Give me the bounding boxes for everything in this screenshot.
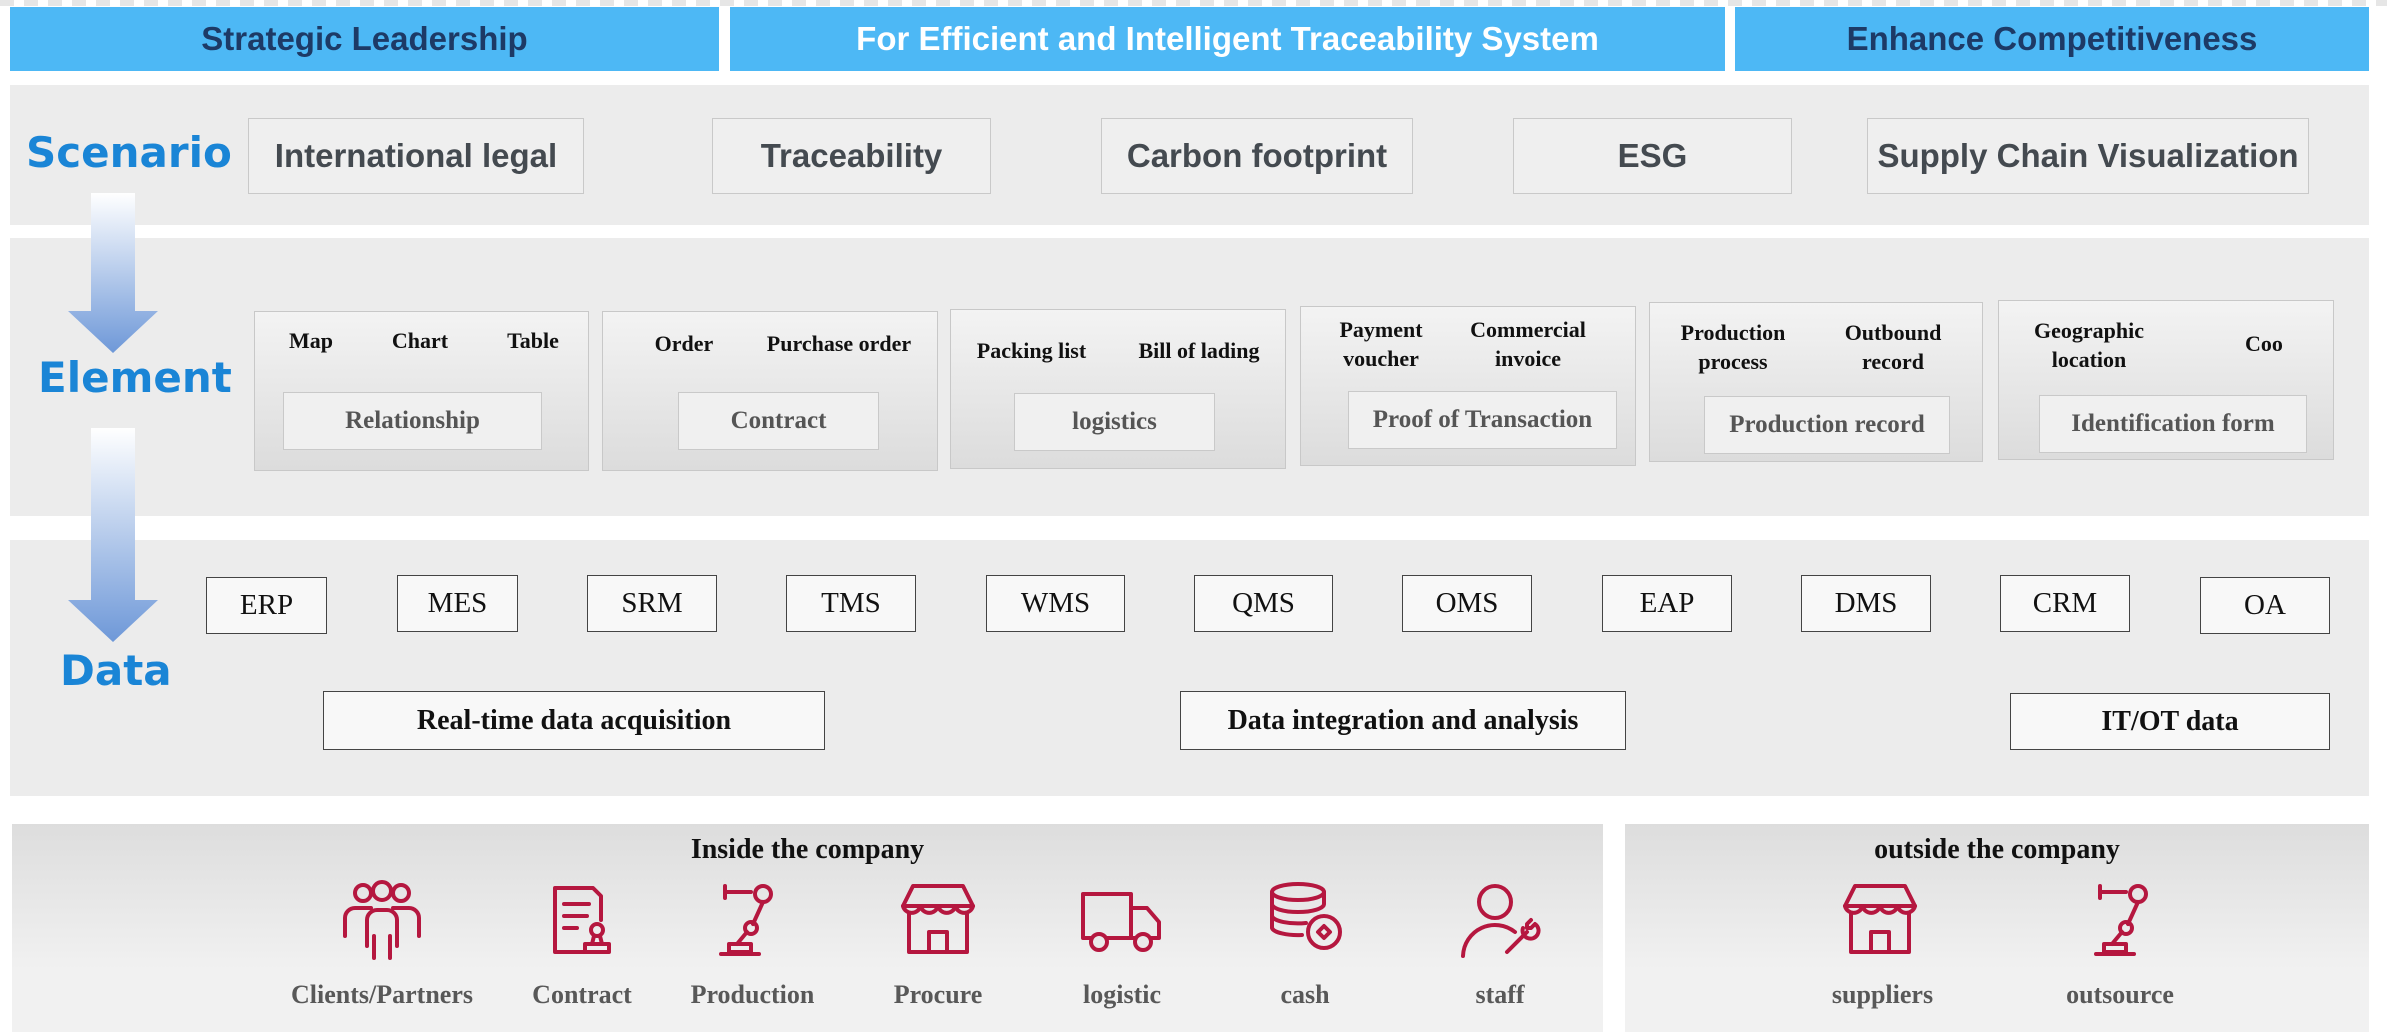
data-realtime-acquisition: Real-time data acquisition — [323, 691, 825, 750]
inside-label-clients-partners: Clients/Partners — [291, 980, 473, 1009]
staff-wrench-icon — [1455, 880, 1545, 960]
element-sub-order: Order — [654, 331, 714, 356]
outside-company-panel: outside the company — [1625, 824, 2369, 1032]
element-box-contract: Contract — [678, 392, 879, 450]
level-scenario-label: Scenario — [26, 128, 232, 177]
inside-label-production: Production — [690, 980, 815, 1009]
element-sub-production-process: Production process — [1680, 320, 1786, 374]
outside-company-title: outside the company — [1874, 834, 2120, 865]
element-group-proof-of-transaction: Payment voucher Commercial invoice Proof… — [1300, 306, 1636, 466]
system-tms: TMS — [786, 575, 916, 632]
header-right-text: Enhance Competitiveness — [1846, 20, 2258, 57]
system-erp: ERP — [206, 577, 327, 634]
element-sub-purchase-order: Purchase order — [766, 331, 912, 356]
element-group-identification-form: Geographic location Coo Identification f… — [1998, 300, 2334, 460]
header-left-text: Strategic Leadership — [201, 20, 528, 57]
data-it-ot: IT/OT data — [2010, 693, 2330, 750]
element-sub-payment-voucher: Payment voucher — [1339, 317, 1423, 371]
robot-arm-icon — [2082, 880, 2172, 960]
inside-label-cash: cash — [1280, 980, 1330, 1009]
top-dashed-border — [0, 0, 2387, 6]
scenario-international-legal: International legal — [248, 118, 584, 194]
element-sub-outbound-record: Outbound record — [1844, 320, 1942, 374]
store-icon — [893, 880, 983, 960]
truck-icon — [1077, 880, 1167, 960]
outside-label-outsource: outsource — [2066, 980, 2174, 1009]
inside-label-procure: Procure — [893, 980, 983, 1009]
scenario-supply-chain-visualization: Supply Chain Visualization — [1867, 118, 2309, 194]
coins-icon — [1260, 880, 1350, 960]
element-sub-chart: Chart — [391, 328, 449, 353]
element-box-proof-of-transaction: Proof of Transaction — [1348, 391, 1617, 449]
system-qms: QMS — [1194, 575, 1333, 632]
element-box-logistics: logistics — [1014, 393, 1215, 451]
element-box-relationship: Relationship — [283, 392, 542, 450]
header-center-text: For Efficient and Intelligent Traceabili… — [856, 20, 1599, 57]
outside-label-suppliers: suppliers — [1831, 980, 1934, 1009]
arrow-down-icon — [68, 193, 158, 353]
store-icon — [1835, 880, 1925, 960]
scenario-traceability: Traceability — [712, 118, 991, 194]
inside-label-contract: Contract — [532, 980, 632, 1009]
element-sub-packing-list: Packing list — [976, 338, 1087, 363]
element-box-identification-form: Identification form — [2039, 395, 2307, 453]
element-sub-bill-of-lading: Bill of lading — [1138, 338, 1260, 363]
element-group-relationship: Map Chart Table Relationship — [254, 311, 589, 471]
robot-arm-icon — [707, 880, 797, 960]
scenario-esg: ESG — [1513, 118, 1792, 194]
element-sub-geographic-location: Geographic location — [2034, 318, 2144, 372]
data-integration-analysis: Data integration and analysis — [1180, 691, 1626, 750]
system-oa: OA — [2200, 577, 2330, 634]
header-traceability-system: For Efficient and Intelligent Traceabili… — [730, 7, 1725, 71]
arrow-down-icon — [68, 428, 158, 642]
level-data-label: Data — [60, 646, 172, 695]
element-group-logistics: Packing list Bill of lading logistics — [950, 309, 1286, 469]
scenario-carbon-footprint: Carbon footprint — [1101, 118, 1413, 194]
people-icon — [337, 880, 427, 960]
inside-label-logistic: logistic — [1083, 980, 1161, 1009]
system-wms: WMS — [986, 575, 1125, 632]
element-box-production-record: Production record — [1704, 396, 1950, 454]
system-oms: OMS — [1402, 575, 1532, 632]
element-sub-table: Table — [507, 328, 559, 353]
element-sub-map: Map — [289, 328, 333, 353]
header-strategic-leadership: Strategic Leadership — [10, 7, 719, 71]
system-eap: EAP — [1602, 575, 1732, 632]
system-srm: SRM — [587, 575, 717, 632]
system-dms: DMS — [1801, 575, 1931, 632]
element-sub-commercial-invoice: Commercial invoice — [1470, 317, 1586, 371]
inside-company-title: Inside the company — [690, 834, 925, 865]
level-element-label: Element — [38, 353, 232, 402]
contract-icon — [537, 880, 627, 960]
system-mes: MES — [397, 575, 518, 632]
element-group-production-record: Production process Outbound record Produ… — [1649, 302, 1983, 462]
inside-label-staff: staff — [1475, 980, 1525, 1009]
header-enhance-competitiveness: Enhance Competitiveness — [1735, 7, 2369, 71]
system-crm: CRM — [2000, 575, 2130, 632]
element-group-contract: Order Purchase order Contract — [602, 311, 938, 471]
element-sub-coo: Coo — [2245, 331, 2283, 356]
